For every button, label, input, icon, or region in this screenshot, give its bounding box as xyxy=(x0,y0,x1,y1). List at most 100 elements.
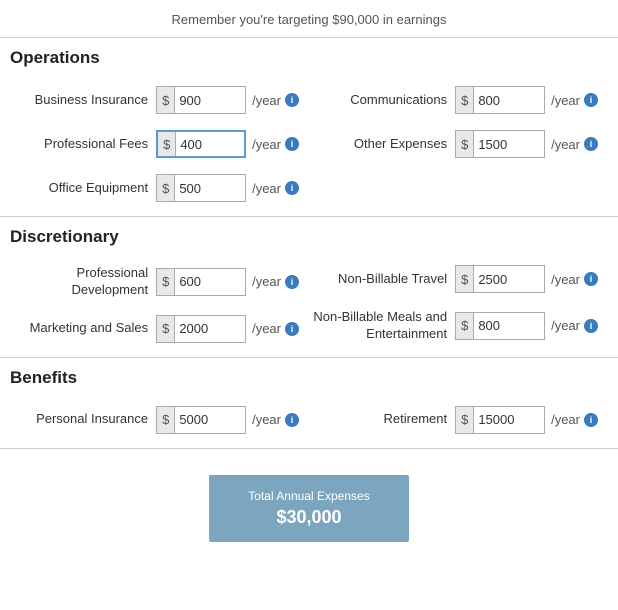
year-text-communications: /year xyxy=(551,93,580,108)
field-label-business-insurance: Business Insurance xyxy=(35,92,148,109)
section-discretionary: Discretionary Professional Development $ /y… xyxy=(0,217,618,358)
year-text-personal-insurance: /year xyxy=(252,412,281,427)
year-text-other-expenses: /year xyxy=(551,137,580,152)
earnings-banner: Remember you're targeting $90,000 in ear… xyxy=(0,0,618,38)
input-wrapper-non-billable-meals: $ xyxy=(455,312,545,340)
section-title-discretionary: Discretionary xyxy=(10,227,608,247)
dollar-sign-non-billable-meals: $ xyxy=(456,313,474,339)
year-text-non-billable-meals: /year xyxy=(551,318,580,333)
section-operations: OperationsBusiness Insurance$/yeariProfe… xyxy=(0,38,618,217)
info-icon-other-expenses[interactable]: i xyxy=(584,137,598,151)
field-label-communications: Communications xyxy=(337,92,447,109)
field-label-other-expenses: Other Expenses xyxy=(337,136,447,153)
fields-grid-benefits: Personal Insurance $ /year i Retirement $ /yea… xyxy=(10,398,608,442)
input-professional-fees[interactable] xyxy=(176,132,231,156)
input-wrapper-other-expenses: $ xyxy=(455,130,545,158)
input-wrapper-retirement: $ xyxy=(455,406,545,434)
section-title-benefits: Benefits xyxy=(10,368,608,388)
year-text-marketing-and-sales: /year xyxy=(252,321,281,336)
year-text-business-insurance: /year xyxy=(252,93,281,108)
field-label-retirement: Retirement xyxy=(337,411,447,428)
field-label-personal-insurance: Personal Insurance xyxy=(36,411,148,428)
field-row-professional-fees: Professional Fees $ /year i xyxy=(10,122,309,166)
info-icon-professional-development[interactable]: i xyxy=(285,275,299,289)
input-other-expenses[interactable] xyxy=(474,131,529,157)
field-row-professional-development: Professional Development $ /year i xyxy=(10,257,309,307)
year-label-office-equipment: /year i xyxy=(252,181,299,196)
year-label-communications: /year i xyxy=(551,93,598,108)
field-label-professional-fees: Professional Fees xyxy=(38,136,148,153)
input-wrapper-personal-insurance: $ xyxy=(156,406,246,434)
input-personal-insurance[interactable] xyxy=(175,407,230,433)
right-col-benefits: Retirement $ /year i xyxy=(309,398,608,442)
year-text-professional-development: /year xyxy=(252,274,281,289)
info-icon-professional-fees[interactable]: i xyxy=(285,137,299,151)
info-icon-business-insurance[interactable]: i xyxy=(285,93,299,107)
year-label-retirement: /year i xyxy=(551,412,598,427)
field-label-marketing-and-sales: Marketing and Sales xyxy=(30,320,149,337)
year-label-non-billable-travel: /year i xyxy=(551,272,598,287)
field-label-professional-development: Professional Development xyxy=(10,265,148,299)
field-row-retirement: Retirement $ /year i xyxy=(309,398,608,442)
input-wrapper-office-equipment: $ xyxy=(156,174,246,202)
year-text-office-equipment: /year xyxy=(252,181,281,196)
field-label-non-billable-meals: Non-Billable Meals and Entertainment xyxy=(309,309,447,343)
left-col-discretionary: Professional Development$/yeariMarketing… xyxy=(10,257,309,351)
field-row-office-equipment: Office Equipment$/yeari xyxy=(10,166,309,210)
total-box: Total Annual Expenses $30,000 xyxy=(209,475,409,542)
dollar-sign-non-billable-travel: $ xyxy=(456,266,474,292)
total-label: Total Annual Expenses xyxy=(239,489,379,503)
input-wrapper-professional-development: $ xyxy=(156,268,246,296)
year-text-non-billable-travel: /year xyxy=(551,272,580,287)
year-label-professional-fees: /year i xyxy=(252,137,299,152)
fields-grid-operations: Business Insurance$/yeariProfessional Fe… xyxy=(10,78,608,210)
input-office-equipment[interactable] xyxy=(175,175,230,201)
input-retirement[interactable] xyxy=(474,407,529,433)
info-icon-marketing-and-sales[interactable]: i xyxy=(285,322,299,336)
field-row-marketing-and-sales: Marketing and Sales $ /year i xyxy=(10,307,309,351)
year-label-other-expenses: /year i xyxy=(551,137,598,152)
input-wrapper-marketing-and-sales: $ xyxy=(156,315,246,343)
total-area: Total Annual Expenses $30,000 xyxy=(0,449,618,578)
left-col-operations: Business Insurance$/yeariProfessional Fe… xyxy=(10,78,309,210)
section-benefits: BenefitsPersonal Insurance$/yeariRetirem… xyxy=(0,358,618,449)
year-text-professional-fees: /year xyxy=(252,137,281,152)
left-col-benefits: Personal Insurance $ /year i xyxy=(10,398,309,442)
info-icon-office-equipment[interactable]: i xyxy=(285,181,299,195)
input-wrapper-professional-fees: $ xyxy=(156,130,246,158)
banner-text: Remember you're targeting $90,000 in ear… xyxy=(172,12,447,27)
dollar-sign-retirement: $ xyxy=(456,407,474,433)
dollar-sign-office-equipment: $ xyxy=(157,175,175,201)
input-communications[interactable] xyxy=(474,87,529,113)
section-title-operations: Operations xyxy=(10,48,608,68)
field-row-other-expenses: Other Expenses $ /year i xyxy=(309,122,608,166)
field-row-non-billable-meals: Non-Billable Meals and Entertainment $ /ye… xyxy=(309,301,608,351)
input-non-billable-travel[interactable] xyxy=(474,266,529,292)
right-col-operations: Communications $ /year i Other Expenses $ /yea… xyxy=(309,78,608,210)
input-marketing-and-sales[interactable] xyxy=(175,316,230,342)
info-icon-non-billable-travel[interactable]: i xyxy=(584,272,598,286)
input-wrapper-non-billable-travel: $ xyxy=(455,265,545,293)
field-label-non-billable-travel: Non-Billable Travel xyxy=(337,271,447,288)
dollar-sign-communications: $ xyxy=(456,87,474,113)
info-icon-non-billable-meals[interactable]: i xyxy=(584,319,598,333)
info-icon-personal-insurance[interactable]: i xyxy=(285,413,299,427)
input-business-insurance[interactable] xyxy=(175,87,230,113)
info-icon-communications[interactable]: i xyxy=(584,93,598,107)
year-label-professional-development: /year i xyxy=(252,274,299,289)
year-label-business-insurance: /year i xyxy=(252,93,299,108)
field-row-non-billable-travel: Non-Billable Travel $ /year i xyxy=(309,257,608,301)
year-label-non-billable-meals: /year i xyxy=(551,318,598,333)
year-label-marketing-and-sales: /year i xyxy=(252,321,299,336)
year-label-personal-insurance: /year i xyxy=(252,412,299,427)
right-col-discretionary: Non-Billable Travel$/yeariNon-Billable M… xyxy=(309,257,608,351)
info-icon-retirement[interactable]: i xyxy=(584,413,598,427)
dollar-sign-business-insurance: $ xyxy=(157,87,175,113)
input-professional-development[interactable] xyxy=(175,269,230,295)
input-non-billable-meals[interactable] xyxy=(474,313,529,339)
field-row-business-insurance: Business Insurance $ /year i xyxy=(10,78,309,122)
dollar-sign-marketing-and-sales: $ xyxy=(157,316,175,342)
dollar-sign-professional-development: $ xyxy=(157,269,175,295)
year-text-retirement: /year xyxy=(551,412,580,427)
dollar-sign-professional-fees: $ xyxy=(158,132,176,156)
